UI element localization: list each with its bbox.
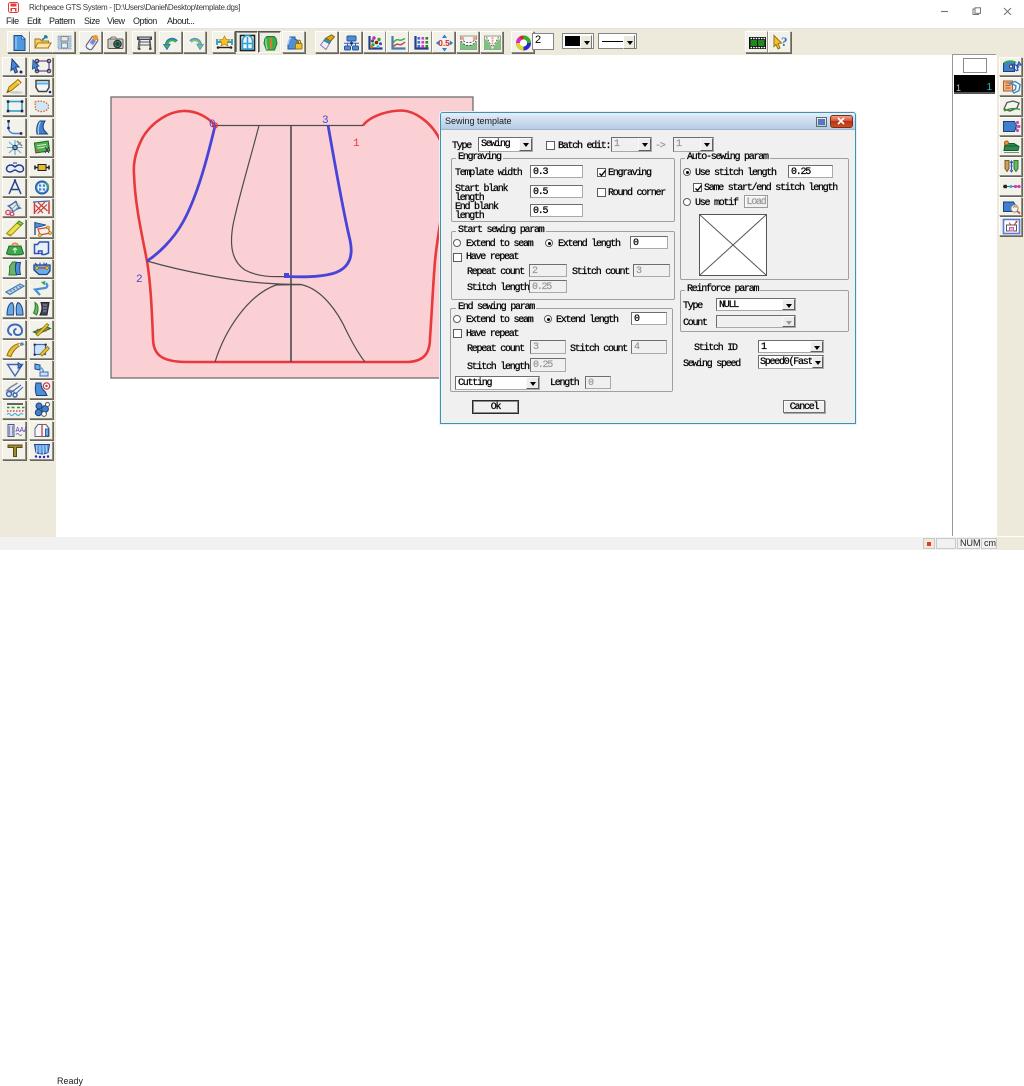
- svg-text:2: 2: [136, 274, 143, 286]
- svg-text:1: 1: [353, 138, 360, 150]
- svg-text:?: ?: [781, 34, 788, 49]
- svg-text:3: 3: [322, 115, 329, 127]
- svg-text:0.5: 0.5: [438, 39, 450, 48]
- svg-text:0: 0: [209, 119, 216, 131]
